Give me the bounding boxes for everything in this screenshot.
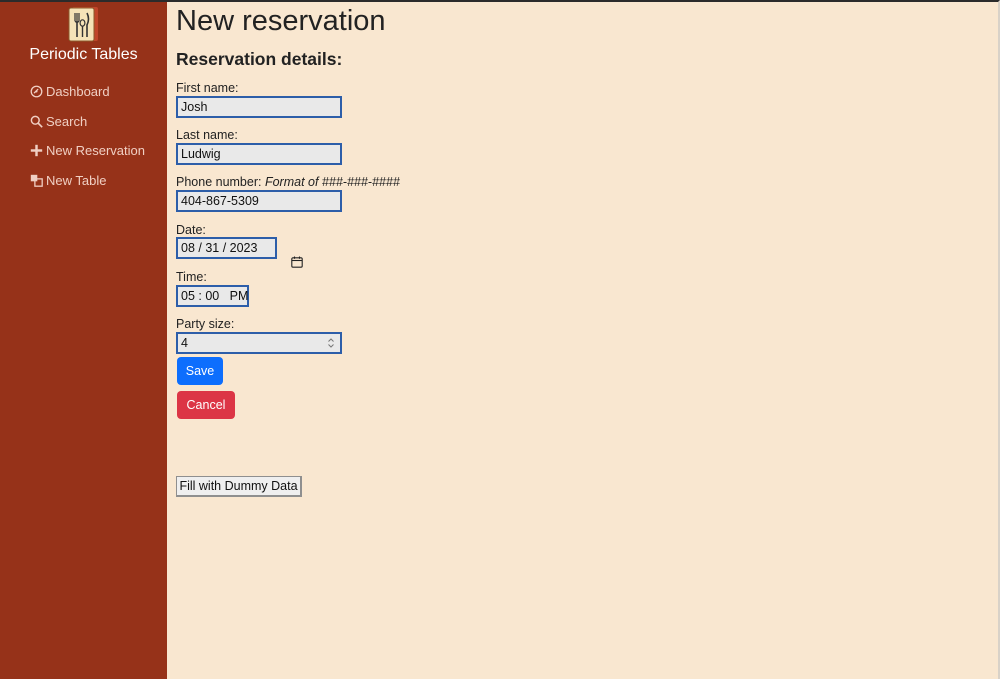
phone-value: 404-867-5309: [181, 194, 259, 208]
phone-input[interactable]: 404-867-5309: [176, 190, 342, 212]
table-layers-icon: [29, 173, 43, 187]
sidebar-item-new-reservation[interactable]: New Reservation: [29, 136, 145, 166]
sidebar-item-label: New Reservation: [46, 143, 145, 159]
calendar-icon[interactable]: [263, 242, 303, 268]
sidebar-item-label: Dashboard: [46, 84, 110, 100]
time-input[interactable]: 05 : 00 PM: [176, 285, 249, 307]
sidebar-item-search[interactable]: Search: [29, 107, 145, 137]
last-name-input[interactable]: Ludwig: [176, 143, 342, 165]
last-name-label: Last name:: [176, 128, 238, 142]
brand-title[interactable]: Periodic Tables: [0, 46, 167, 64]
search-icon: [29, 114, 43, 128]
first-name-value: Josh: [181, 100, 208, 114]
time-label: Time:: [176, 270, 207, 284]
date-value: 08 / 31 / 2023: [181, 241, 258, 255]
select-arrows-icon: [327, 337, 335, 349]
fill-dummy-data-button[interactable]: Fill with Dummy Data: [176, 476, 302, 497]
date-label: Date:: [176, 223, 206, 237]
party-size-label: Party size:: [176, 317, 235, 331]
phone-label: Phone number:: [176, 175, 262, 189]
party-size-value: 4: [181, 336, 188, 350]
sidebar-nav: Dashboard Search New Reservation New Tab…: [29, 77, 145, 195]
save-button[interactable]: Save: [177, 357, 223, 385]
last-name-value: Ludwig: [181, 147, 221, 161]
section-title: Reservation details:: [176, 49, 343, 69]
sidebar: Periodic Tables Dashboard Search New Res…: [0, 2, 167, 679]
time-value: 05 : 00 PM: [181, 289, 249, 303]
phone-label-row: Phone number: Format of ###-###-####: [176, 175, 400, 189]
sidebar-item-label: Search: [46, 113, 88, 129]
sidebar-item-new-table[interactable]: New Table: [29, 166, 145, 196]
first-name-input[interactable]: Josh: [176, 96, 342, 118]
cancel-button[interactable]: Cancel: [177, 391, 235, 419]
phone-format-hint: Format of ###-###-####: [264, 175, 400, 189]
app-window: Periodic Tables Dashboard Search New Res…: [0, 0, 1000, 679]
main-content: New reservation Reservation details: Fir…: [167, 2, 998, 679]
dashboard-icon: [29, 85, 43, 99]
page-title: New reservation: [176, 5, 386, 37]
first-name-label: First name:: [176, 81, 239, 95]
utensils-menu-icon[interactable]: [68, 6, 100, 42]
date-input[interactable]: 08 / 31 / 2023: [176, 237, 303, 268]
plus-icon: [29, 144, 43, 158]
party-size-select[interactable]: 4: [176, 332, 342, 354]
sidebar-item-dashboard[interactable]: Dashboard: [29, 77, 145, 107]
sidebar-item-label: New Table: [46, 172, 107, 188]
